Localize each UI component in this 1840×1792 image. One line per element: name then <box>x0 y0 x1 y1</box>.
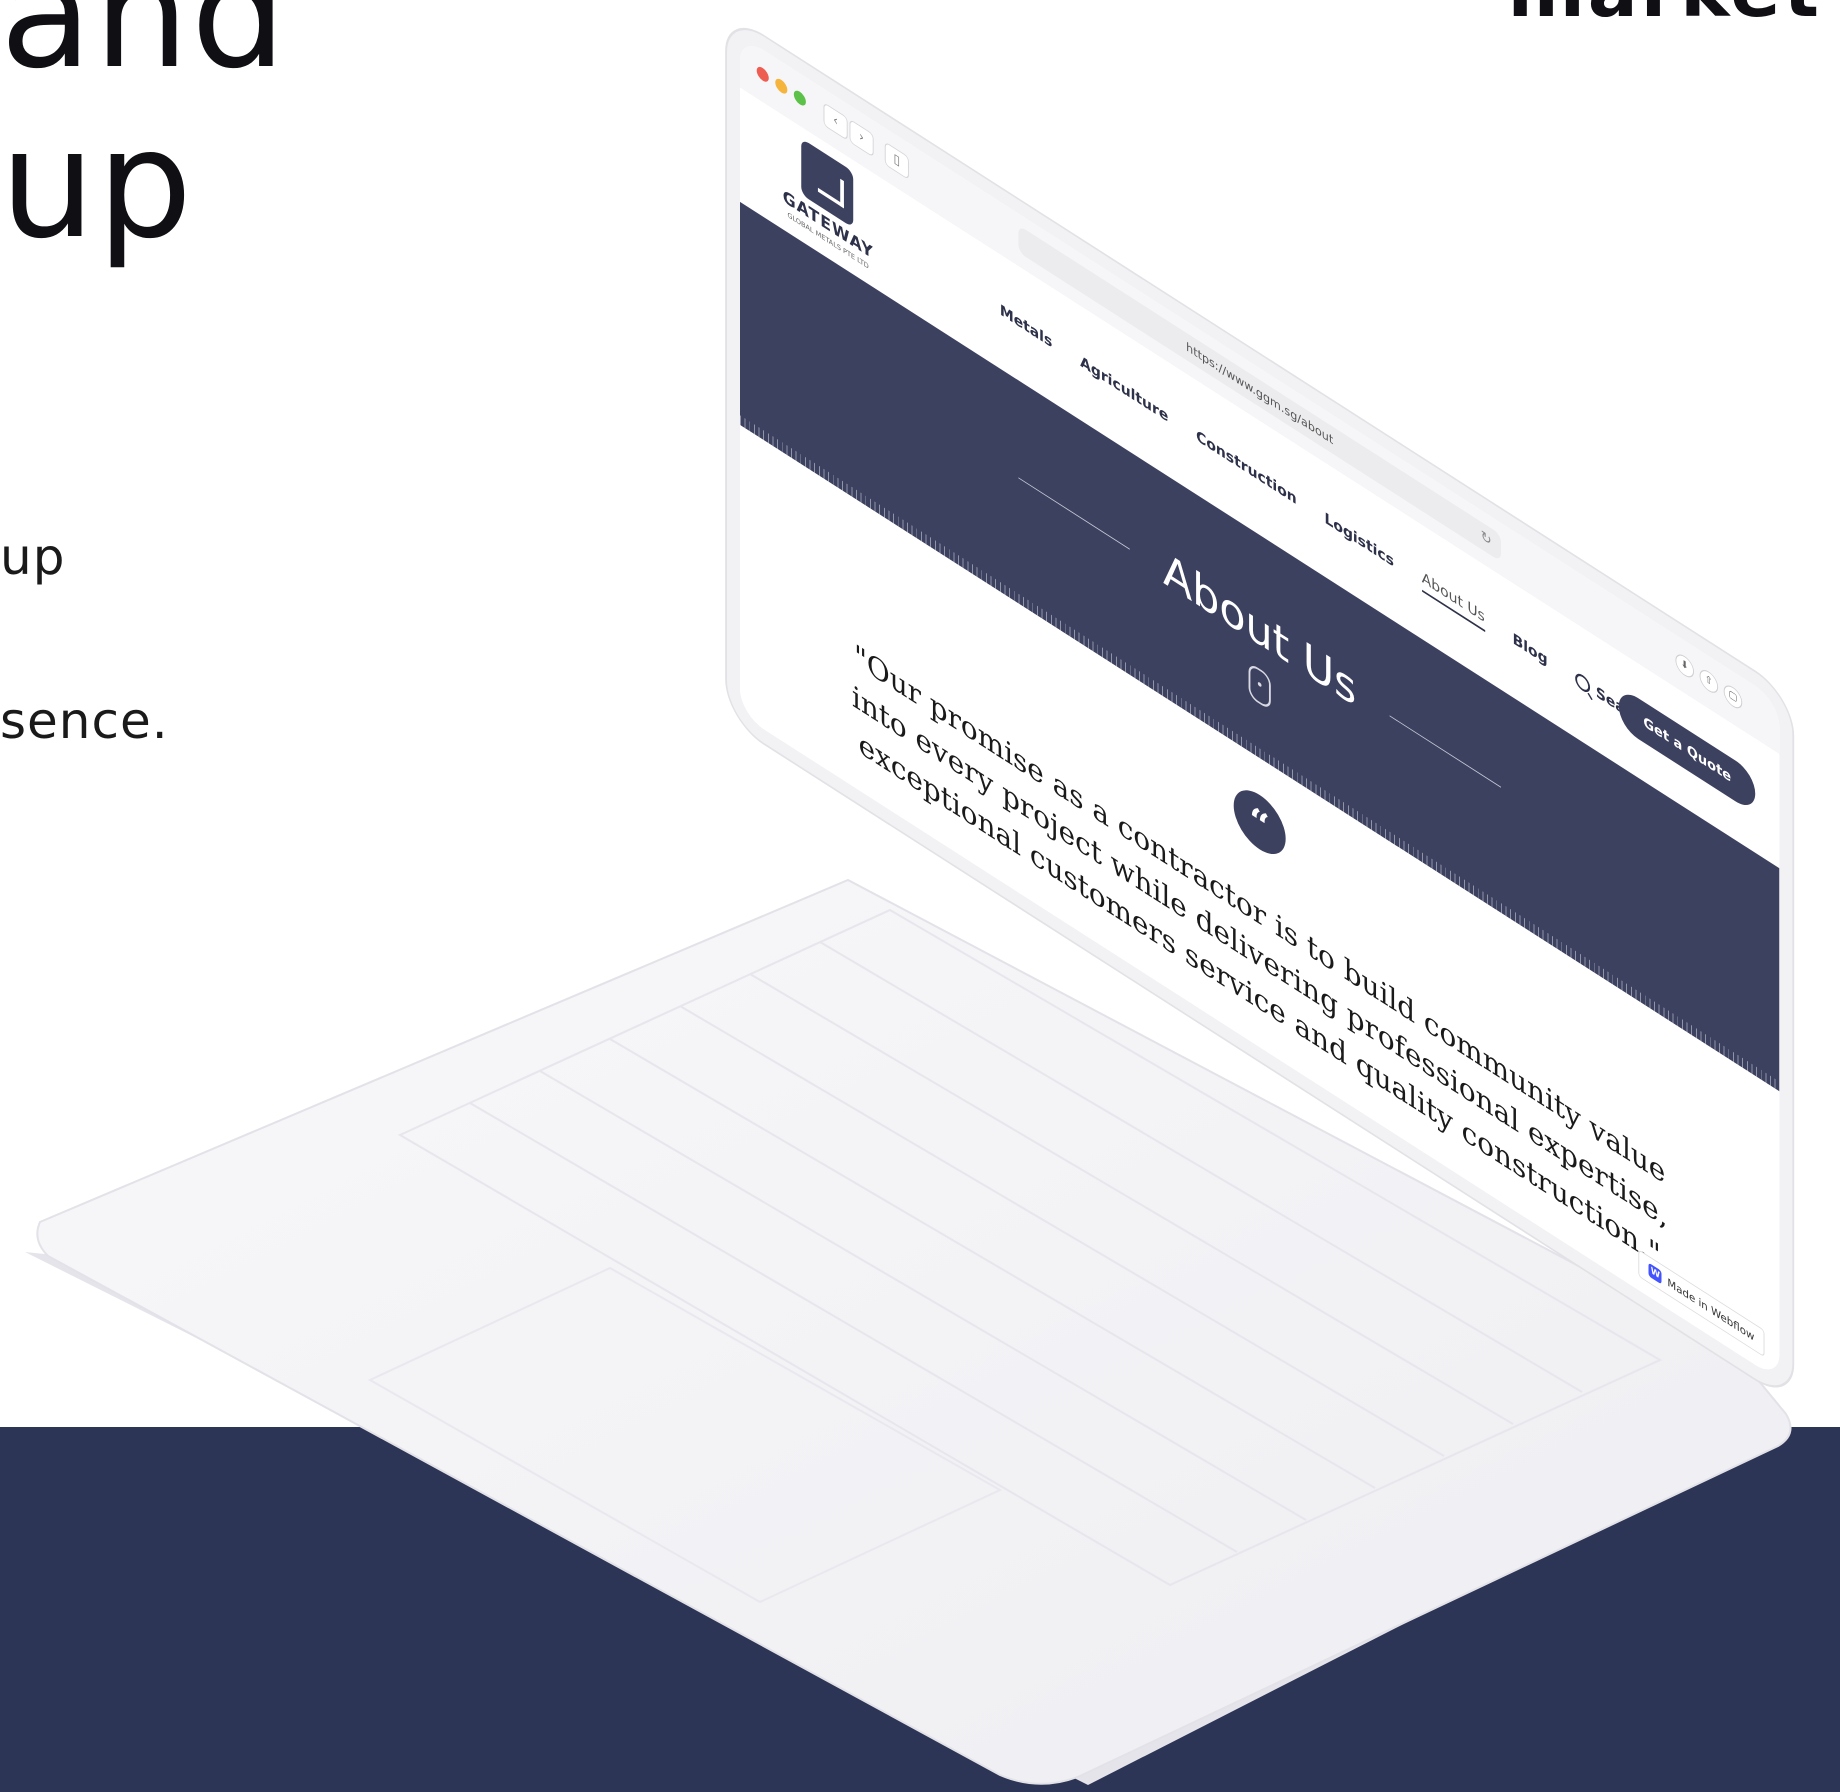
share-icon[interactable]: ⇧ <box>1699 665 1719 698</box>
nav-item-metals[interactable]: Metals <box>1000 301 1052 352</box>
search-icon <box>1575 670 1591 696</box>
nav-item-construction[interactable]: Construction <box>1196 426 1297 508</box>
nav-item-agriculture[interactable]: Agriculture <box>1080 352 1168 426</box>
quote-icon: “ <box>1233 778 1286 866</box>
scroll-mouse-icon[interactable] <box>1248 661 1271 711</box>
webflow-icon: W <box>1648 1262 1662 1285</box>
nav-item-logistics[interactable]: Logistics <box>1325 509 1394 571</box>
tabs-icon[interactable]: ▢ <box>1723 681 1743 713</box>
download-icon[interactable]: ⬇ <box>1675 650 1694 682</box>
chevron-right-icon[interactable]: › <box>849 118 874 158</box>
minimize-window-dot[interactable] <box>775 76 788 97</box>
sidebar-icon[interactable]: ▯ <box>884 141 909 181</box>
nav-item-blog[interactable]: Blog <box>1513 629 1548 669</box>
nav-item-about-us[interactable]: About Us <box>1421 568 1485 632</box>
reload-icon[interactable]: ↻ <box>1481 522 1492 556</box>
maximize-window-dot[interactable] <box>793 87 806 109</box>
close-window-dot[interactable] <box>756 64 769 85</box>
chevron-left-icon[interactable]: ‹ <box>823 102 848 141</box>
